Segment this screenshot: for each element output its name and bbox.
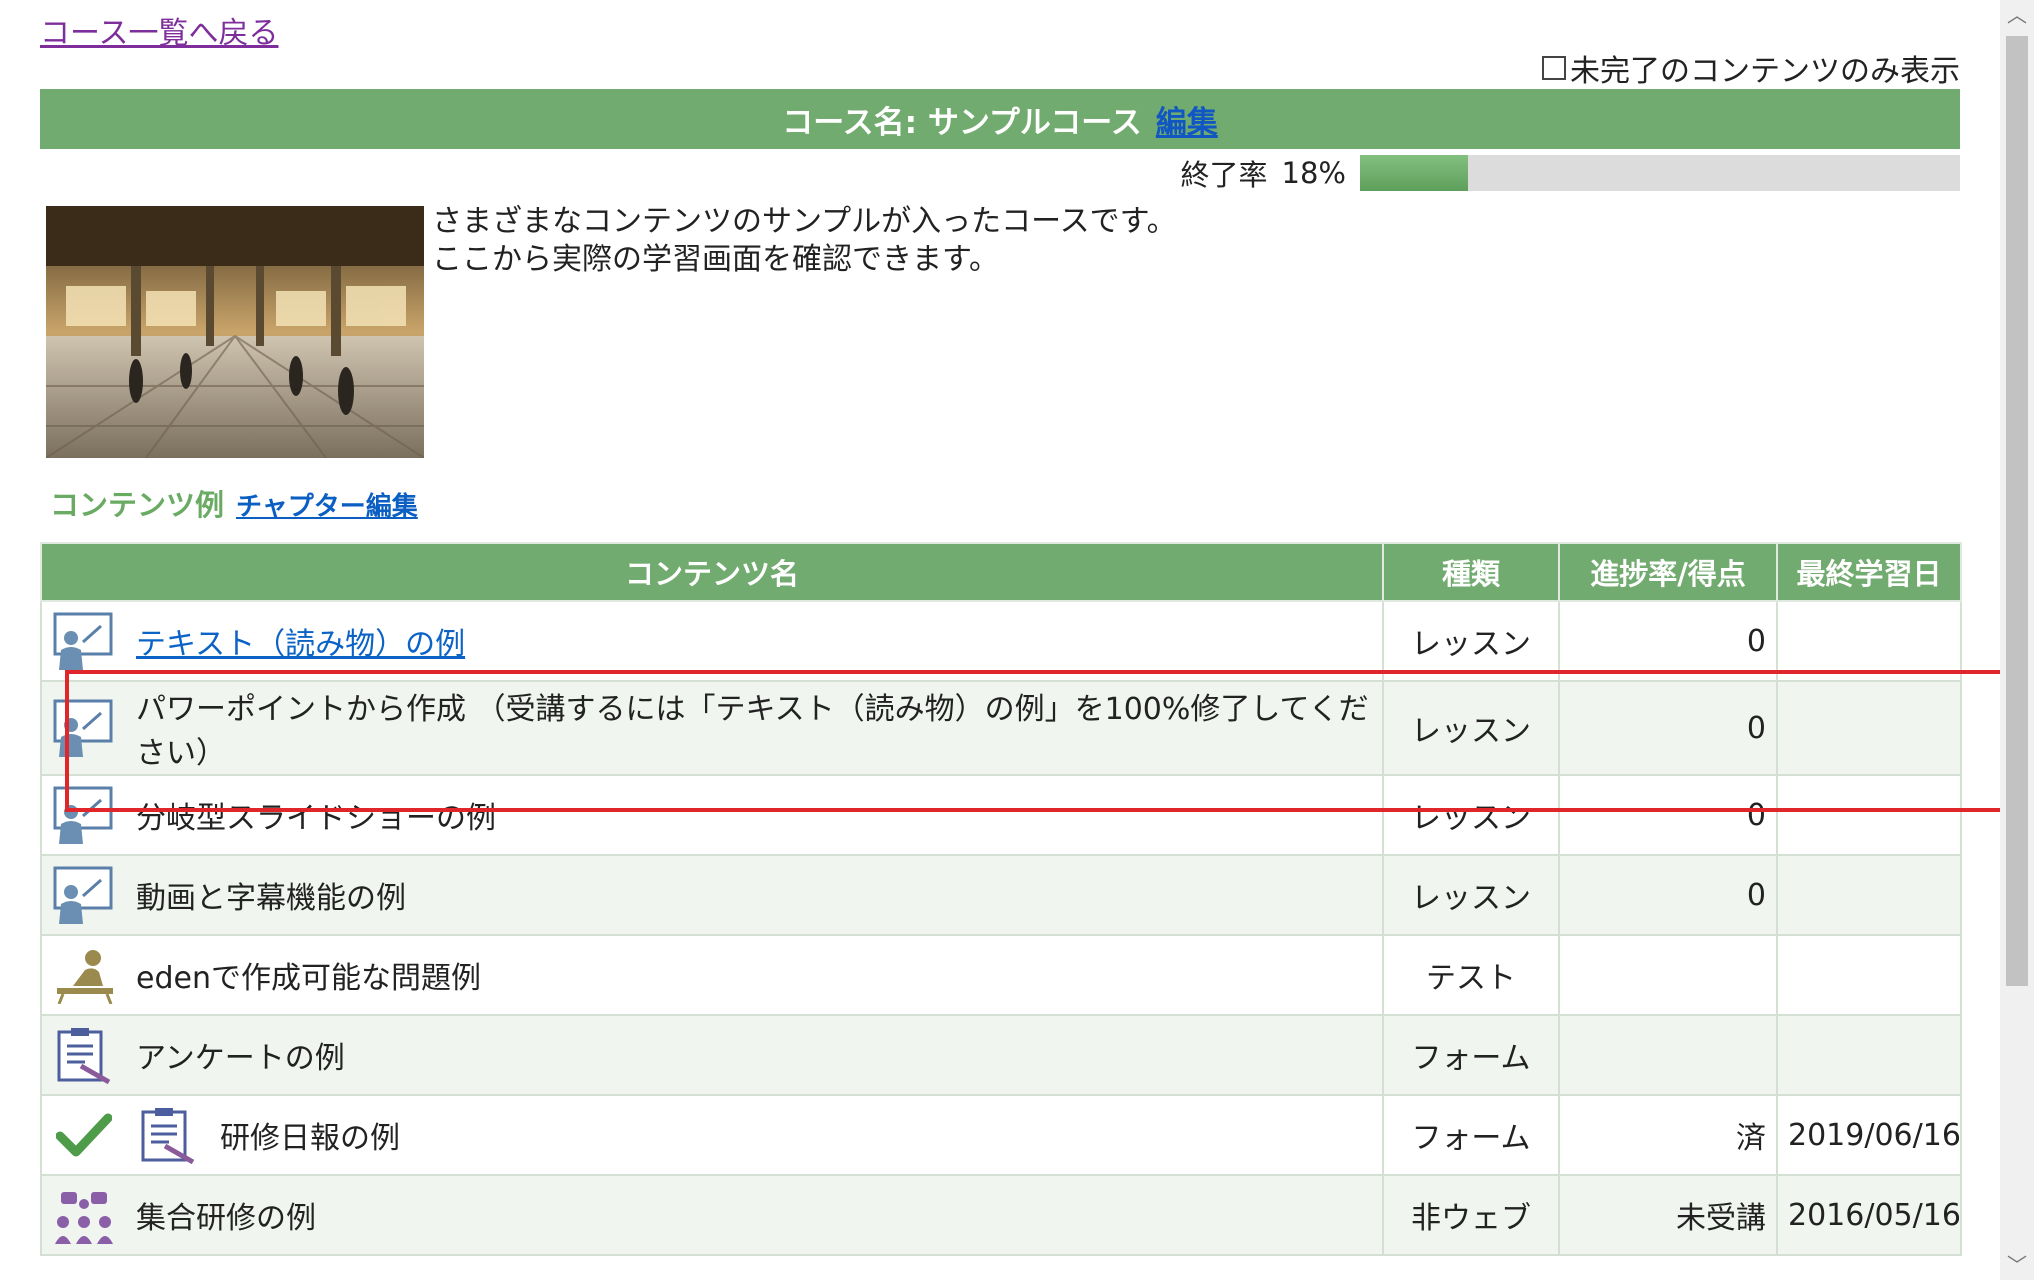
course-description: さまざまなコンテンツのサンプルが入ったコースです。 ここから実際の学習画面を確認… xyxy=(432,203,1177,279)
content-last-date xyxy=(1776,1014,1962,1096)
incomplete-only-label[interactable]: 未完了のコンテンツのみ表示 xyxy=(1570,46,1960,90)
content-name-cell: パワーポイントから作成 （受講するには「テキスト（読み物）の例」を100%修了し… xyxy=(40,680,1384,776)
content-name-cell: 研修日報の例 xyxy=(40,1094,1384,1176)
content-name: 研修日報の例 xyxy=(220,1121,400,1156)
content-name-cell: 分岐型スライドショーの例 xyxy=(40,774,1384,856)
column-header-content-name: コンテンツ名 xyxy=(40,542,1384,602)
completion-progress-fill xyxy=(1360,155,1468,191)
content-type: 非ウェブ xyxy=(1382,1174,1560,1256)
completion-rate-value: 18% xyxy=(1281,156,1346,190)
content-name-wrapper: 集合研修の例 xyxy=(52,1185,1372,1245)
content-last-date: 2019/06/16 xyxy=(1776,1094,1962,1176)
scroll-down-arrow-icon[interactable]: ﹀ xyxy=(2000,1250,2034,1280)
content-type: フォーム xyxy=(1382,1094,1560,1176)
test-icon xyxy=(52,945,116,1005)
lecture-icon xyxy=(52,865,116,925)
content-type: レッスン xyxy=(1382,854,1560,936)
form-icon xyxy=(136,1105,200,1165)
content-row[interactable]: 研修日報の例 フォーム済 2019/06/16 xyxy=(40,1094,1962,1176)
content-last-date xyxy=(1776,600,1962,682)
content-last-date: 2016/05/16 xyxy=(1776,1174,1962,1256)
content-progress: 0 xyxy=(1558,680,1778,776)
content-progress xyxy=(1558,1014,1778,1096)
course-header: コース名: サンプルコース 編集 xyxy=(40,89,1960,149)
content-name-cell: 集合研修の例 xyxy=(40,1174,1384,1256)
content-row[interactable]: 集合研修の例 非ウェブ 未受講 2016/05/16 xyxy=(40,1174,1962,1256)
content-name: 分岐型スライドショーの例 xyxy=(136,801,496,836)
content-row[interactable]: 分岐型スライドショーの例 レッスン 0 xyxy=(40,774,1962,856)
content-progress: 済 xyxy=(1558,1094,1778,1176)
course-title: コース名: サンプルコース xyxy=(782,104,1142,141)
content-progress: 0 xyxy=(1558,774,1778,856)
completion-rate-label: 終了率 xyxy=(1180,158,1268,192)
lecture-icon xyxy=(52,698,116,758)
course-description-line: ここから実際の学習画面を確認できます。 xyxy=(432,242,999,277)
content-name: アンケートの例 xyxy=(136,1041,345,1076)
chapter-title: コンテンツ例 xyxy=(50,488,225,522)
content-name-wrapper: 研修日報の例 xyxy=(52,1105,1372,1165)
form-icon xyxy=(52,1025,116,1085)
content-name-link[interactable]: テキスト（読み物）の例 xyxy=(136,619,465,663)
content-name: edenで作成可能な問題例 xyxy=(136,961,481,996)
scrollbar-thumb[interactable] xyxy=(2006,36,2028,986)
group-training-icon xyxy=(52,1185,116,1245)
content-progress: 未受講 xyxy=(1558,1174,1778,1256)
content-name-cell: テキスト（読み物）の例 xyxy=(40,600,1384,682)
content-row[interactable]: 動画と字幕機能の例 レッスン 0 xyxy=(40,854,1962,936)
completion-progress-bar xyxy=(1360,155,1960,191)
content-name-wrapper: アンケートの例 xyxy=(52,1025,1372,1085)
contents-table: コンテンツ名 種類 進捗率/得点 最終学習日 テキスト（読み物）の例 レッスン 0 パ… xyxy=(40,542,1962,1256)
content-name-wrapper: 分岐型スライドショーの例 xyxy=(52,785,1372,845)
content-name-cell: edenで作成可能な問題例 xyxy=(40,934,1384,1016)
course-thumbnail-image xyxy=(46,206,424,458)
content-progress xyxy=(1558,934,1778,1016)
chapter-heading: コンテンツ例 チャプター編集 xyxy=(50,482,418,524)
content-progress: 0 xyxy=(1558,854,1778,936)
scroll-up-arrow-icon[interactable]: ︿ xyxy=(2000,0,2034,30)
content-name: パワーポイントから作成 （受講するには「テキスト（読み物）の例」を100%修了し… xyxy=(136,692,1369,771)
content-type: フォーム xyxy=(1382,1014,1560,1096)
table-header-row: コンテンツ名 種類 進捗率/得点 最終学習日 xyxy=(40,542,1962,602)
content-row[interactable]: アンケートの例 フォーム xyxy=(40,1014,1962,1096)
chapter-edit-link[interactable]: チャプター編集 xyxy=(236,486,418,523)
content-last-date xyxy=(1776,774,1962,856)
incomplete-only-checkbox[interactable] xyxy=(1542,56,1566,80)
content-row[interactable]: edenで作成可能な問題例 テスト xyxy=(40,934,1962,1016)
completed-check-icon xyxy=(52,1105,116,1165)
content-type: テスト xyxy=(1382,934,1560,1016)
content-name-wrapper: 動画と字幕機能の例 xyxy=(52,865,1372,925)
column-header-type: 種類 xyxy=(1382,542,1560,602)
content-name-cell: 動画と字幕機能の例 xyxy=(40,854,1384,936)
content-name: 集合研修の例 xyxy=(136,1201,316,1236)
column-header-progress: 進捗率/得点 xyxy=(1558,542,1778,602)
content-name-wrapper: テキスト（読み物）の例 xyxy=(52,611,1372,671)
content-last-date xyxy=(1776,854,1962,936)
content-progress: 0 xyxy=(1558,600,1778,682)
content-type: レッスン xyxy=(1382,680,1560,776)
content-last-date xyxy=(1776,680,1962,776)
content-name-wrapper: パワーポイントから作成 （受講するには「テキスト（読み物）の例」を100%修了し… xyxy=(52,684,1372,772)
content-name-wrapper: edenで作成可能な問題例 xyxy=(52,945,1372,1005)
content-type: レッスン xyxy=(1382,774,1560,856)
course-description-line: さまざまなコンテンツのサンプルが入ったコースです。 xyxy=(432,204,1177,239)
back-to-course-list-link[interactable]: コース一覧へ戻る xyxy=(40,8,279,52)
content-row[interactable]: パワーポイントから作成 （受講するには「テキスト（読み物）の例」を100%修了し… xyxy=(40,680,1962,776)
completion-rate: 終了率 18% xyxy=(1181,152,1960,194)
column-header-last-date: 最終学習日 xyxy=(1776,542,1962,602)
content-name-cell: アンケートの例 xyxy=(40,1014,1384,1096)
content-row[interactable]: テキスト（読み物）の例 レッスン 0 xyxy=(40,600,1962,682)
incomplete-only-filter[interactable]: 未完了のコンテンツのみ表示 xyxy=(1542,46,1960,90)
lecture-icon xyxy=(52,785,116,845)
content-last-date xyxy=(1776,934,1962,1016)
vertical-scrollbar[interactable]: ︿ ﹀ xyxy=(2000,0,2034,1280)
lecture-icon xyxy=(52,611,116,671)
content-name: 動画と字幕機能の例 xyxy=(136,881,406,916)
content-type: レッスン xyxy=(1382,600,1560,682)
course-edit-link[interactable]: 編集 xyxy=(1156,97,1218,142)
